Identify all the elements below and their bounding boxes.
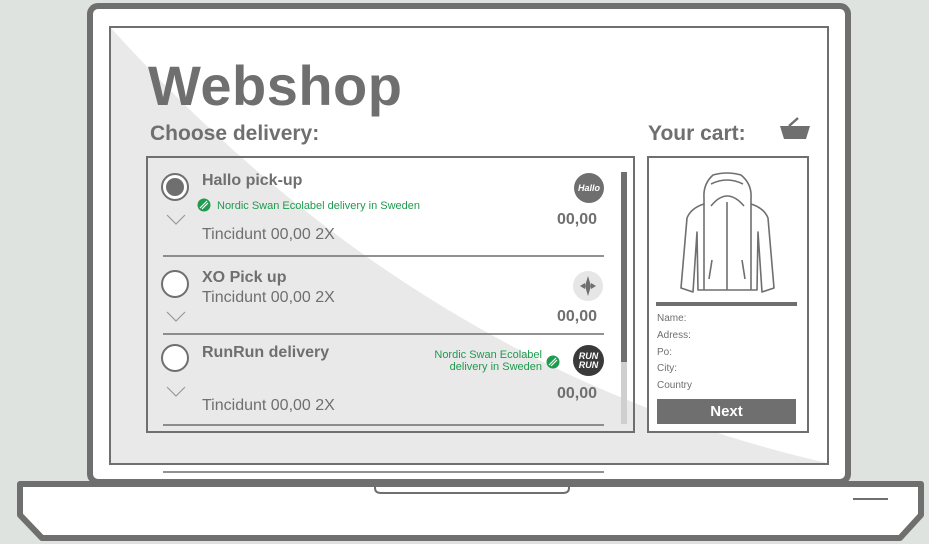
field-name[interactable]: Name:: [657, 313, 686, 325]
field-po[interactable]: Po:: [657, 347, 672, 359]
field-address[interactable]: Adress:: [657, 330, 691, 342]
jacket-image-icon: [680, 172, 775, 293]
next-button[interactable]: Next: [657, 399, 796, 424]
cart-panel: [647, 156, 809, 433]
field-city[interactable]: City:: [657, 363, 677, 375]
field-country[interactable]: Country: [657, 380, 692, 392]
